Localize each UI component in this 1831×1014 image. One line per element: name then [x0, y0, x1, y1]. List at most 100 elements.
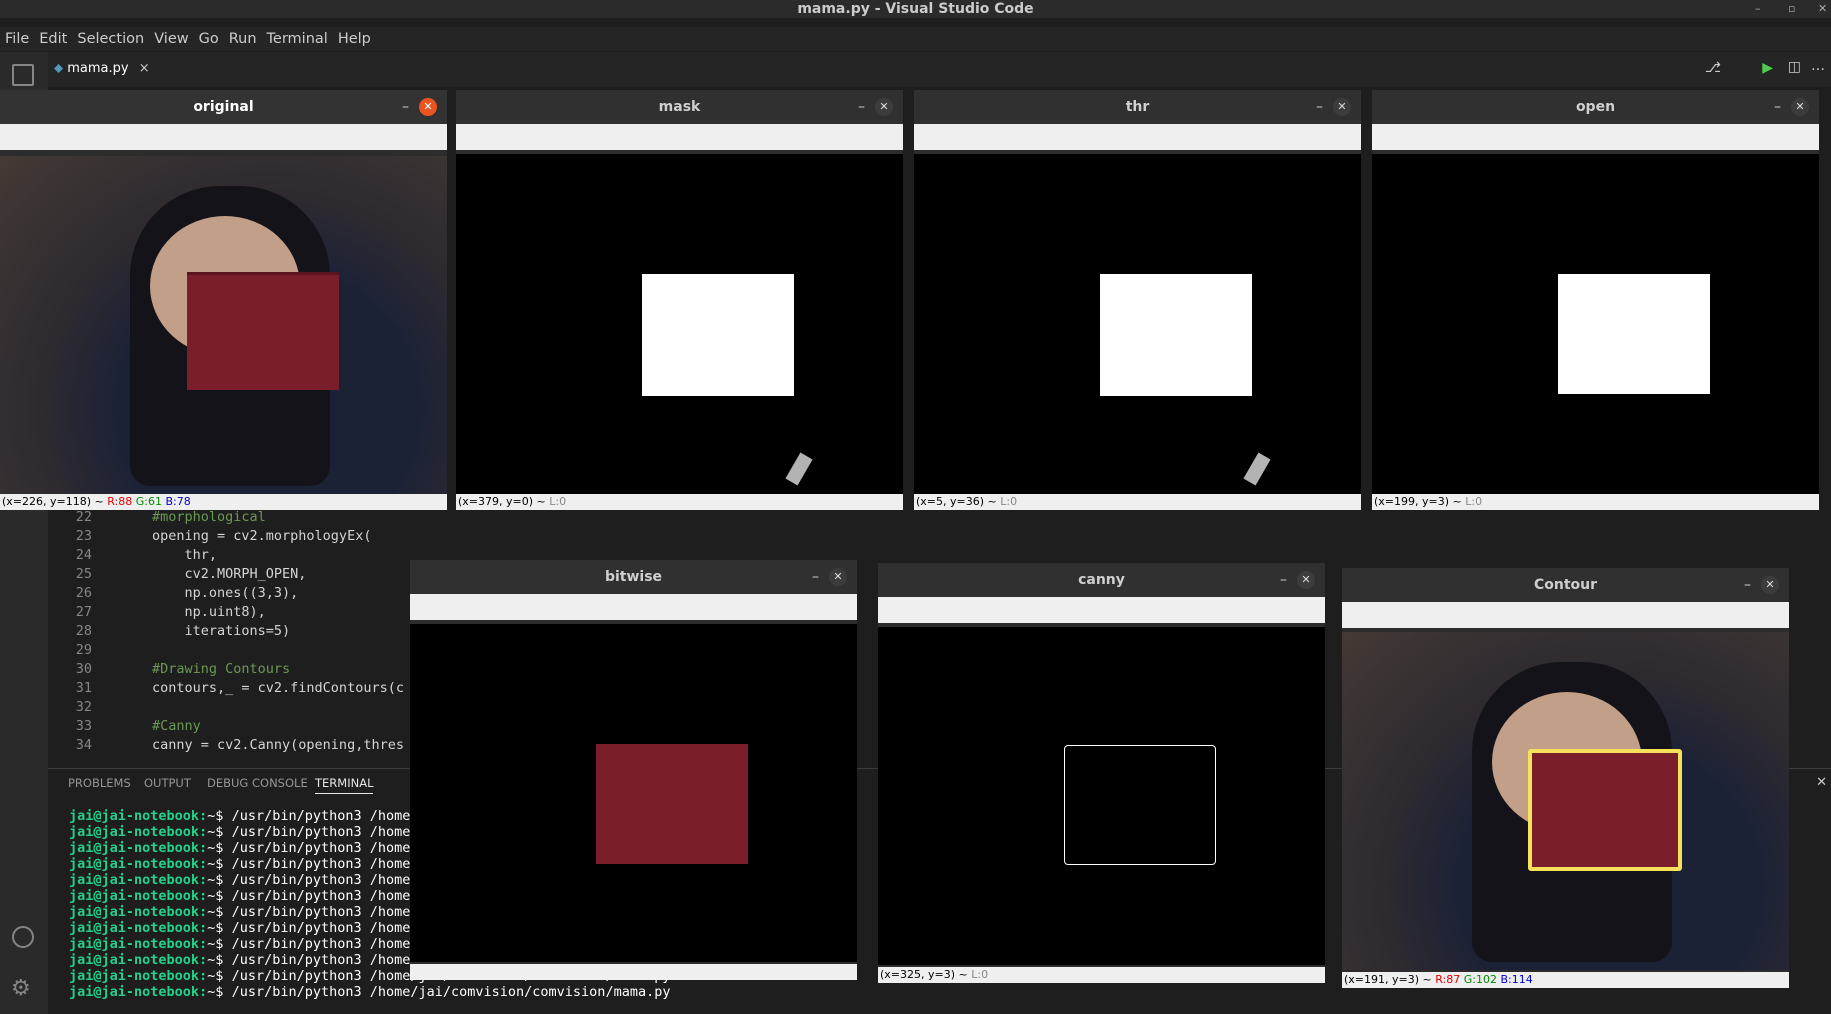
tab-close-icon[interactable]: × — [139, 61, 150, 76]
tab-problems[interactable]: PROBLEMS — [68, 776, 131, 790]
terminal-prompt: jai@jai-notebook: — [69, 904, 208, 920]
status-bar: (x=226, y=118) ~ R:88 G:61 B:78 — [0, 494, 447, 510]
close-icon[interactable]: ✕ — [1761, 576, 1779, 594]
menu-run[interactable]: Run — [224, 27, 262, 51]
minimize-icon[interactable]: – — [1774, 90, 1781, 124]
window-title-bitwise: bitwise — [410, 560, 857, 594]
minimize-icon[interactable]: – — [812, 560, 819, 594]
terminal-symbol: ~$ — [207, 920, 224, 936]
terminal-prompt: jai@jai-notebook: — [69, 808, 208, 824]
source-control-icon[interactable]: ⎇ — [1705, 60, 1721, 76]
account-icon[interactable] — [12, 926, 34, 948]
terminal-line: jai@jai-notebook:~$ /usr/bin/python3 /ho… — [69, 888, 419, 904]
terminal-prompt: jai@jai-notebook: — [69, 824, 208, 840]
menu-view[interactable]: View — [149, 27, 193, 51]
more-actions-icon[interactable]: … — [1811, 58, 1825, 74]
run-icon[interactable]: ▶ — [1762, 60, 1773, 76]
window-contour[interactable]: Contour – ✕ (x=191, y=3) ~ R:87 G:102 B:… — [1342, 568, 1789, 988]
tab-mama-py[interactable]: ⬥ mama.py × — [54, 54, 150, 84]
window-title-canny: canny — [878, 563, 1325, 597]
window-thr[interactable]: thr – ✕ (x=5, y=36) ~ L:0 — [914, 90, 1361, 510]
menu-edit[interactable]: Edit — [34, 27, 72, 51]
line-number: 27 — [75, 604, 92, 620]
minimize-icon[interactable]: – — [402, 90, 409, 124]
close-icon[interactable]: ✕ — [419, 98, 437, 116]
minimize-icon[interactable]: – — [858, 90, 865, 124]
line-number: 24 — [75, 547, 92, 563]
menu-go[interactable]: Go — [194, 27, 224, 51]
explorer-icon[interactable] — [12, 64, 34, 86]
maximize-icon[interactable]: ▫ — [1788, 0, 1795, 18]
code-line: np.uint8), — [152, 604, 266, 620]
menu-bar: File Edit Selection View Go Run Terminal Help — [0, 27, 1831, 51]
close-icon[interactable]: ✕ — [875, 98, 893, 116]
toolbar — [1342, 602, 1789, 628]
minimize-icon[interactable]: – — [1316, 90, 1323, 124]
code-line: #Canny — [152, 718, 201, 734]
opening-blob — [1558, 274, 1710, 394]
menu-selection[interactable]: Selection — [72, 27, 149, 51]
window-bitwise[interactable]: bitwise – ✕ — [410, 560, 857, 980]
close-panel-icon[interactable]: ✕ — [1816, 775, 1827, 790]
code-line: opening = cv2.morphologyEx( — [152, 528, 372, 544]
terminal-prompt: jai@jai-notebook: — [69, 856, 208, 872]
line-number: 25 — [75, 566, 92, 582]
minimize-icon[interactable]: – — [1280, 563, 1287, 597]
red-value: R:88 — [107, 495, 133, 508]
menu-terminal[interactable]: Terminal — [262, 27, 333, 51]
terminal-symbol: ~$ — [207, 856, 224, 872]
green-value: G:61 — [135, 495, 162, 508]
code-line: #Drawing Contours — [152, 661, 291, 677]
terminal-symbol: ~$ — [207, 888, 224, 904]
terminal-symbol: ~$ — [207, 840, 224, 856]
menu-help[interactable]: Help — [333, 27, 376, 51]
code-line: contours,_ = cv2.findContours(c — [152, 680, 404, 696]
minimize-icon[interactable]: – — [1755, 0, 1761, 18]
window-title-open: open — [1372, 90, 1819, 124]
canny-image — [878, 627, 1325, 965]
mask-image — [456, 154, 903, 494]
window-mask[interactable]: mask – ✕ (x=379, y=0) ~ L:0 — [456, 90, 903, 510]
window-title: mama.py - Visual Studio Code — [797, 1, 1034, 17]
close-icon[interactable]: ✕ — [1333, 98, 1351, 116]
window-open[interactable]: open – ✕ (x=199, y=3) ~ L:0 — [1372, 90, 1819, 510]
noise-speck — [1243, 452, 1271, 486]
status-bar: (x=199, y=3) ~ L:0 — [1372, 494, 1819, 510]
opening-image — [1372, 154, 1819, 494]
line-number: 22 — [75, 509, 92, 525]
terminal-command: /usr/bin/python3 /home/ — [223, 808, 419, 824]
terminal-symbol: ~$ — [207, 936, 224, 952]
contour-box — [1528, 749, 1682, 871]
tab-output[interactable]: OUTPUT — [144, 776, 191, 790]
green-value: G:102 — [1463, 973, 1497, 986]
split-editor-icon[interactable]: ◫ — [1788, 59, 1801, 75]
line-number: 34 — [75, 737, 92, 753]
menu-file[interactable]: File — [0, 27, 34, 51]
red-value: R:87 — [1435, 973, 1461, 986]
minimize-icon[interactable]: – — [1744, 568, 1751, 602]
window-original[interactable]: original – ✕ (x=226, y=118) ~ R:88 G:61 … — [0, 90, 447, 510]
threshold-image — [914, 154, 1361, 494]
close-icon[interactable]: ✕ — [1297, 571, 1315, 589]
line-number: 29 — [75, 642, 92, 658]
toolbar — [1372, 124, 1819, 150]
line-number: 30 — [75, 661, 92, 677]
code-line: iterations=5) — [152, 623, 291, 639]
window-canny[interactable]: canny – ✕ (x=325, y=3) ~ L:0 — [878, 563, 1325, 983]
close-icon[interactable]: ✕ — [829, 568, 847, 586]
terminal-symbol: ~$ — [207, 808, 224, 824]
tab-label: mama.py — [67, 61, 129, 76]
tab-terminal[interactable]: TERMINAL — [315, 776, 374, 794]
window-title-thr: thr — [914, 90, 1361, 124]
close-icon[interactable]: ✕ — [1791, 98, 1809, 116]
cursor-readout: (x=325, y=3) ~ — [880, 968, 972, 981]
gear-icon[interactable]: ⚙ — [11, 976, 31, 1001]
tab-debug-console[interactable]: DEBUG CONSOLE — [207, 776, 308, 790]
close-icon[interactable]: ✕ — [1818, 0, 1827, 18]
window-title-mask: mask — [456, 90, 903, 124]
terminal-symbol: ~$ — [207, 872, 224, 888]
terminal-symbol: ~$ — [207, 968, 224, 984]
terminal-command: /usr/bin/python3 /home/ — [223, 904, 419, 920]
window-title-original: original — [0, 90, 447, 124]
terminal-command: /usr/bin/python3 /home/ — [223, 952, 419, 968]
